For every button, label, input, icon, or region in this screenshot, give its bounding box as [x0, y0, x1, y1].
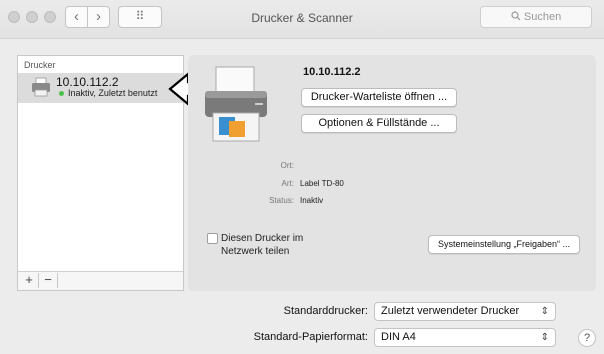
help-button[interactable]: ? [578, 329, 596, 347]
search-placeholder: Suchen [523, 11, 562, 23]
printer-name-title: 10.10.112.2 [303, 66, 361, 78]
printer-list-item-name: 10.10.112.2 [56, 75, 119, 89]
options-supplies-button[interactable]: Optionen & Füllstände ... [301, 114, 457, 133]
status-dot-icon [59, 91, 64, 96]
search-field[interactable]: Suchen [480, 6, 592, 28]
paper-size-label: Standard-Papierformat: [253, 331, 368, 343]
updown-chevron-icon: ⇕ [540, 306, 549, 317]
sharing-preferences-button[interactable]: Systemeinstellung „Freigaben“ ... [428, 235, 580, 254]
type-value: Label TD-80 [300, 179, 344, 188]
default-printer-label: Standarddrucker: [283, 305, 368, 317]
updown-chevron-icon: ⇕ [540, 332, 549, 343]
printer-list: Drucker 10.10.112.2 Inaktiv, Zuletzt ben… [17, 55, 184, 291]
title-bar: ‹ › ⠿ Drucker & Scanner Suchen [0, 0, 604, 39]
share-printer-checkbox[interactable] [207, 233, 218, 244]
printer-detail-panel: 10.10.112.2 Drucker-Warteliste öffnen ..… [188, 55, 596, 291]
add-printer-button[interactable]: + [20, 273, 39, 288]
share-printer-label: Diesen Drucker im Netzwerk teilen [221, 233, 304, 257]
printer-icon [205, 66, 267, 142]
remove-printer-button[interactable]: − [39, 273, 58, 288]
status-value: Inaktiv [300, 196, 324, 205]
open-queue-button[interactable]: Drucker-Warteliste öffnen ... [301, 88, 457, 107]
printer-list-item-status: Inaktiv, Zuletzt benutzt [68, 88, 158, 98]
location-label: Ort: [280, 161, 294, 170]
default-printer-select[interactable]: Zuletzt verwendeter Drucker ⇕ [374, 302, 556, 321]
search-icon [511, 11, 521, 21]
printer-list-heading: Drucker [24, 60, 56, 70]
default-printer-value: Zuletzt verwendeter Drucker [381, 305, 520, 317]
status-label: Status: [269, 196, 294, 205]
type-label: Art: [281, 179, 294, 188]
paper-size-value: DIN A4 [381, 331, 416, 343]
list-controls: + − [18, 271, 183, 290]
printer-list-item[interactable]: 10.10.112.2 Inaktiv, Zuletzt benutzt [18, 73, 183, 103]
paper-size-select[interactable]: DIN A4 ⇕ [374, 328, 556, 347]
printer-icon [32, 77, 50, 97]
